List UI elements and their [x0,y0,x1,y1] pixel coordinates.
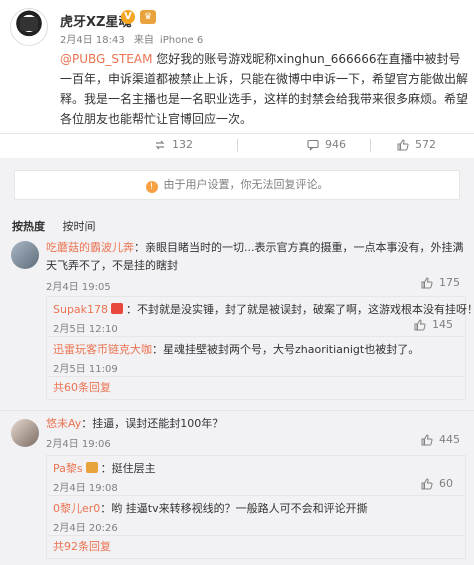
post-date[interactable]: 2月4日 18:43 [60,35,125,46]
mention-link[interactable]: @PUBG_STEAM [60,52,152,66]
comment-text: 悠未Ay：挂逼，误封还能封100年？ [46,415,466,433]
comment-like-button[interactable]: 175 [421,276,460,289]
reply-restriction-notice: ! 由于用户设置，你无法回复评论。 [14,170,460,200]
thumbs-up-icon [414,318,426,330]
thumbs-up-icon [421,276,433,288]
commenter-name[interactable]: 悠未Ay [46,417,81,430]
reply-time: 2月4日 20:26 [53,523,118,534]
action-divider [370,139,371,152]
repost-count: 132 [172,138,193,151]
sort-tabs: 按热度 按时间 [12,218,110,234]
reply-text: 0黎儿er0：哟 挂逼tv来转移视线的？一般路人可不会和评论开撕 [53,500,368,516]
reply-item: 迅雷玩客币链克大咖：星魂挂壁被封两个号，大号zhaoritianigt也被封了。… [47,337,465,377]
reply-like-button[interactable]: 60 [421,477,453,490]
reply-like-count: 60 [439,477,453,490]
member-badge-icon: ♛ [140,10,156,24]
comment-time: 2月4日 19:06 [46,439,111,450]
reply-user[interactable]: Pa黎s [53,462,83,475]
vip-badge-icon [111,303,124,314]
reply-text: 迅雷玩客币链克大咖：星魂挂壁被封两个号，大号zhaoritianigt也被封了。 [53,341,419,357]
more-replies-link[interactable]: 共60条回复 [47,377,465,399]
like-count: 572 [415,138,436,151]
author-avatar[interactable] [10,8,48,46]
reply-like-button[interactable]: 145 [414,318,453,331]
thumbs-up-icon [421,477,433,489]
reply-user[interactable]: 迅雷玩客币链克大咖 [53,343,152,356]
reply-user[interactable]: 0黎儿er0 [53,502,100,515]
comment-divider [0,410,474,411]
commenter-avatar[interactable] [11,241,39,269]
reply-user[interactable]: Supak178 [53,303,108,316]
post-text: @PUBG_STEAM 您好我的账号游戏昵称xinghun_666666在直播中… [60,49,468,129]
comment-like-count: 445 [439,433,460,446]
verified-badge: V [121,10,135,24]
action-divider [237,139,238,152]
restriction-text: 由于用户设置，你无法回复评论。 [163,178,329,191]
comment-time: 2月4日 19:05 [46,282,111,293]
reply-time: 2月4日 19:08 [53,483,118,494]
reply-body: ：哟 挂逼tv来转移视线的？一般路人可不会和评论开撕 [100,502,368,515]
reply-body: ：星魂挂壁被封两个号，大号zhaoritianigt也被封了。 [152,343,420,356]
comment-body: ：挂逼，误封还能封100年？ [81,417,224,430]
action-bar: 132 946 572 [0,133,474,155]
commenter-name[interactable]: 吃蘑菇的霸波儿奔 [46,241,134,254]
reply-time: 2月5日 12:10 [53,324,118,335]
repost-button[interactable]: 132 [154,138,193,151]
reply-text: Pa黎s ：挺住层主 [53,460,156,476]
reply-item: 0黎儿er0：哟 挂逼tv来转移视线的？一般路人可不会和评论开撕 2月4日 20… [47,496,465,536]
comment-text: 吃蘑菇的霸波儿奔：亲眼目睹当时的一切...表示官方真的摄重，一点本事没有，外挂满… [46,239,466,275]
comment-like-count: 175 [439,276,460,289]
reply-body: ：不封就是没实锤，封了就是被误封，破案了啊，这游戏根本没有挂呀！ [126,303,474,316]
reply-time: 2月5日 11:09 [53,364,118,375]
weibo-post: 虎牙XZ星魂 V ♛ 2月4日 18:43 来自 iPhone 6 @PUBG_S… [0,0,474,133]
post-source: iPhone 6 [159,35,204,46]
reply-item: Pa黎s ：挺住层主 2月4日 19:08 60 [47,456,465,496]
warning-icon: ! [145,181,158,193]
commenter-avatar[interactable] [11,419,39,447]
reply-body: ：挺住层主 [100,462,156,475]
comment-icon [307,139,319,150]
reply-item: Supak178 ：不封就是没实锤，封了就是被误封，破案了啊，这游戏根本没有挂呀！… [47,297,474,337]
reply-list: Supak178 ：不封就是没实锤，封了就是被误封，破案了啊，这游戏根本没有挂呀！… [46,296,474,400]
post-source-prefix: 来自 [133,35,154,46]
comment-like-button[interactable]: 445 [421,433,460,446]
reply-like-count: 145 [432,318,453,331]
post-meta: 2月4日 18:43 来自 iPhone 6 [60,31,209,46]
reply-text: Supak178 ：不封就是没实锤，封了就是被误封，破案了啊，这游戏根本没有挂呀！ [53,301,474,317]
comment-button[interactable]: 946 [307,138,346,151]
repost-icon [155,140,165,149]
comment-count: 946 [325,138,346,151]
thumbs-up-icon [397,138,409,150]
thumbs-up-icon [421,433,433,445]
like-button[interactable]: 572 [397,138,436,151]
reply-list: Pa黎s ：挺住层主 2月4日 19:08 60 0黎儿er0：哟 挂逼tv来转移… [46,455,466,559]
tab-sort-hot[interactable]: 按热度 [12,220,45,233]
member-badge-icon [85,462,98,473]
more-replies-link[interactable]: 共92条回复 [47,536,465,558]
tab-sort-time[interactable]: 按时间 [63,220,96,233]
